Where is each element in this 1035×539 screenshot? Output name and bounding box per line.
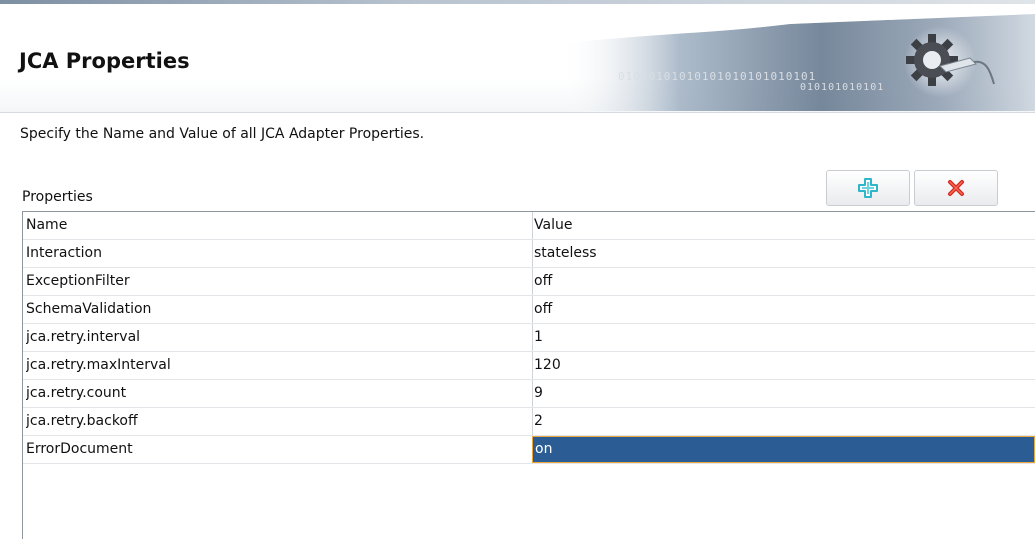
header-banner: 01010101010101010101010101 010101010101 [560, 4, 1035, 111]
property-value[interactable]: stateless [533, 240, 1035, 267]
property-value[interactable]: 1 [533, 324, 1035, 351]
delete-property-button[interactable] [914, 170, 998, 206]
table-row-selected[interactable]: ErrorDocument on [23, 436, 1035, 464]
table-header-row: Name Value [23, 212, 1035, 240]
table-row[interactable]: ExceptionFilter off [23, 268, 1035, 296]
column-header-value[interactable]: Value [533, 212, 1035, 239]
property-value[interactable]: off [533, 296, 1035, 323]
table-row[interactable]: Interaction stateless [23, 240, 1035, 268]
property-name[interactable]: SchemaValidation [26, 296, 531, 323]
property-name[interactable]: jca.retry.backoff [26, 408, 531, 435]
page-title: JCA Properties [19, 49, 190, 73]
banner-binary-text: 01010101010101010101010101 [618, 70, 817, 83]
table-row[interactable]: SchemaValidation off [23, 296, 1035, 324]
table-row[interactable]: jca.retry.interval 1 [23, 324, 1035, 352]
table-row[interactable]: jca.retry.backoff 2 [23, 408, 1035, 436]
property-name[interactable]: jca.retry.maxInterval [26, 352, 531, 379]
properties-label: Properties [22, 189, 93, 205]
property-name[interactable]: Interaction [26, 240, 531, 267]
column-header-name[interactable]: Name [26, 212, 531, 239]
property-value[interactable]: 9 [533, 380, 1035, 407]
property-name[interactable]: ErrorDocument [26, 436, 531, 463]
property-value[interactable]: 2 [533, 408, 1035, 435]
property-name[interactable]: jca.retry.interval [26, 324, 531, 351]
properties-table: Name Value Interaction stateless Excepti… [22, 211, 1035, 539]
table-row[interactable]: jca.retry.maxInterval 120 [23, 352, 1035, 380]
add-property-button[interactable] [826, 170, 910, 206]
property-value[interactable]: off [533, 268, 1035, 295]
page-description: Specify the Name and Value of all JCA Ad… [20, 126, 425, 142]
property-name[interactable]: ExceptionFilter [26, 268, 531, 295]
property-value[interactable]: 120 [533, 352, 1035, 379]
table-row[interactable]: jca.retry.count 9 [23, 380, 1035, 408]
gear-plug-icon [904, 26, 995, 98]
plus-icon [858, 178, 878, 198]
banner-binary-text-2: 010101010101 [800, 82, 885, 93]
x-icon [948, 180, 964, 196]
page-header: JCA Properties 0101010101010101010101010… [0, 0, 1035, 113]
property-name[interactable]: jca.retry.count [26, 380, 531, 407]
selected-cell-highlight[interactable] [532, 436, 1035, 463]
property-value-editing[interactable]: on [535, 436, 552, 463]
